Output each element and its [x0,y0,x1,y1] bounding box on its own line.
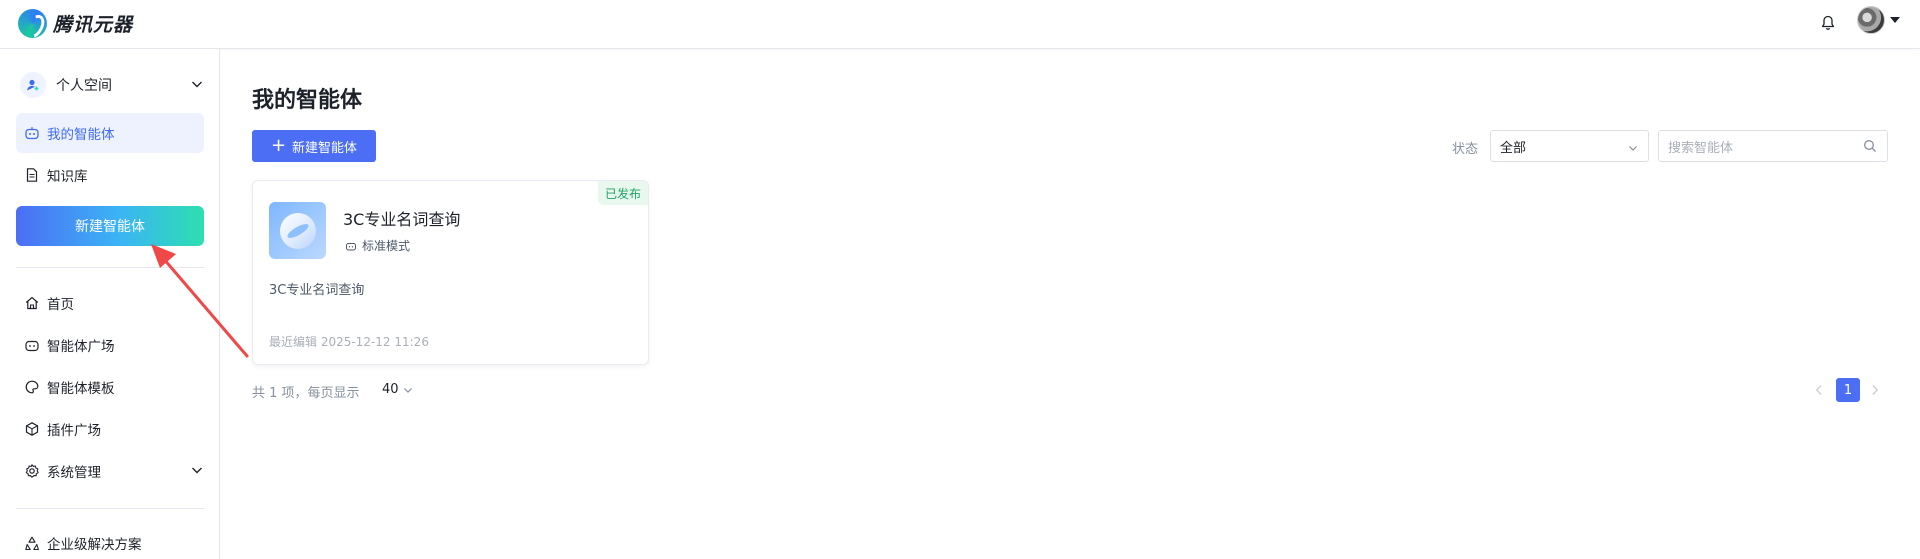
app-name: 腾讯元器 [53,14,134,36]
sidebar-item-label: 我的智能体 [47,127,115,143]
sidebar-item-system-management[interactable]: 系统管理 [16,451,204,491]
sidebar-item-label: 智能体模板 [47,381,115,397]
pagination-total: 共 1 项，每页显示 [252,386,360,401]
gear-icon [24,463,40,479]
agent-last-edited: 最近编辑 2025-12-12 11:26 [269,335,429,349]
space-label: 个人空间 [56,78,112,94]
status-badge: 已发布 [598,181,648,205]
user-add-icon [20,72,46,98]
status-select-value: 全部 [1500,140,1527,156]
chevron-down-icon[interactable] [190,77,204,95]
divider [16,508,204,509]
user-avatar[interactable] [1857,6,1885,34]
chevron-down-icon [403,385,413,395]
recycle-icon [24,535,40,551]
new-agent-button[interactable]: + 新建智能体 [252,130,376,162]
pagination-current-page[interactable]: 1 [1836,378,1860,402]
agent-mode-label: 标准模式 [362,239,411,253]
status-select[interactable]: 全部 [1490,130,1649,162]
robot-icon [24,125,40,141]
sidebar: 个人空间 我的智能体 知识库 新建智能体 首页 智能体广场 智能体模板 插件广场… [0,49,220,559]
document-icon [24,167,40,183]
sidebar-item-plugin-plaza[interactable]: 插件广场 [16,409,204,449]
divider [16,267,204,268]
sidebar-item-label: 智能体广场 [47,339,115,355]
new-agent-button-label: 新建智能体 [292,140,358,156]
page-size-select[interactable]: 40 [382,382,413,397]
caret-down-icon[interactable] [1890,17,1900,23]
search-placeholder: 搜索智能体 [1668,140,1734,156]
agent-logo-icon [279,212,316,249]
sidebar-item-agent-plaza[interactable]: 智能体广场 [16,325,204,365]
pagination-prev-button[interactable] [1812,380,1826,400]
top-bar: 腾讯元器 [0,0,1920,49]
status-filter-label: 状态 [1452,142,1479,157]
sidebar-new-agent-button[interactable]: 新建智能体 [16,206,204,246]
search-icon[interactable] [1863,139,1877,157]
logo-icon [18,9,47,38]
robot-icon [345,240,357,252]
search-input[interactable]: 搜索智能体 [1658,130,1888,162]
palette-icon [24,379,40,395]
sidebar-item-label: 知识库 [47,169,88,185]
sidebar-item-label: 插件广场 [47,423,101,439]
agent-mode: 标准模式 [345,237,410,254]
chevron-down-icon [1628,142,1638,157]
agent-avatar [269,202,326,259]
bell-icon[interactable] [1820,14,1836,32]
sidebar-item-knowledge-base[interactable]: 知识库 [16,155,204,195]
page-size-value: 40 [382,382,399,397]
agent-name: 3C专业名词查询 [343,210,461,229]
home-icon [24,295,40,311]
chevron-down-icon[interactable] [190,463,204,481]
page-title: 我的智能体 [252,88,363,113]
pagination-next-button[interactable] [1868,380,1882,400]
agent-description: 3C专业名词查询 [269,283,365,298]
sidebar-item-agent-templates[interactable]: 智能体模板 [16,367,204,407]
agent-card[interactable]: 已发布 3C专业名词查询 标准模式 3C专业名词查询 最近编辑 2025-12-… [252,180,649,365]
sidebar-item-label: 系统管理 [47,465,101,481]
sidebar-item-label: 企业级解决方案 [47,537,142,553]
logo[interactable]: 腾讯元器 [18,9,133,38]
sidebar-item-my-agents[interactable]: 我的智能体 [16,113,204,153]
space-switcher[interactable]: 个人空间 [20,71,204,99]
cube-icon [24,421,40,437]
robot-icon [24,337,40,353]
sidebar-item-label: 首页 [47,297,74,313]
sidebar-item-home[interactable]: 首页 [16,283,204,323]
plus-icon: + [270,135,287,156]
sidebar-item-enterprise-solutions[interactable]: 企业级解决方案 [16,523,204,559]
